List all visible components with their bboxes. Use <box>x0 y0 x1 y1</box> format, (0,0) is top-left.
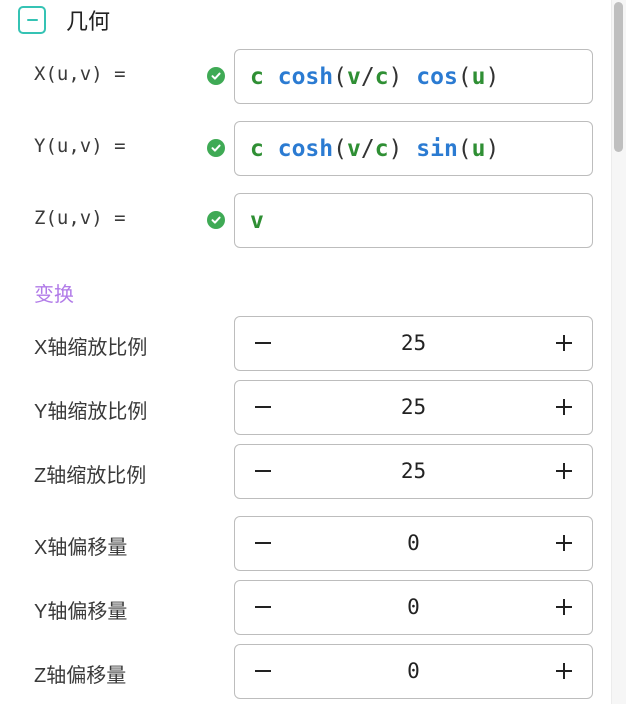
formula-token: ) <box>388 63 417 90</box>
plus-icon <box>556 663 572 679</box>
minus-icon <box>255 470 271 472</box>
plus-icon <box>556 535 572 551</box>
formula-token: ( <box>333 135 347 162</box>
formula-label-x: X(u,v) = <box>34 63 126 85</box>
y-scale-label: Y轴缩放比例 <box>34 401 148 423</box>
y-offset-stepper: 0 <box>234 580 593 635</box>
z-offset-increment-button[interactable] <box>536 645 592 697</box>
minus-icon <box>255 606 271 608</box>
formula-token: c <box>250 63 264 90</box>
minus-icon <box>255 670 271 672</box>
formula-token: ) <box>388 135 417 162</box>
x-scale-label: X轴缩放比例 <box>34 337 148 359</box>
scrollbar-thumb[interactable] <box>614 2 623 152</box>
minus-icon <box>255 542 271 544</box>
geometry-section-header: 几何 <box>18 4 110 36</box>
plus-icon <box>556 463 572 479</box>
stepper-row-y-scale: Y轴缩放比例 25 <box>0 380 600 436</box>
stepper-row-x-offset: X轴偏移量 0 <box>0 516 600 572</box>
formula-token: u <box>471 63 486 90</box>
z-offset-value[interactable]: 0 <box>291 645 536 697</box>
z-scale-stepper: 25 <box>234 444 593 499</box>
formula-token: sin <box>416 135 458 162</box>
formula-token: / <box>360 135 375 162</box>
y-offset-label: Y轴偏移量 <box>34 601 128 623</box>
z-offset-stepper: 0 <box>234 644 593 699</box>
plus-icon <box>556 399 572 415</box>
z-scale-decrement-button[interactable] <box>235 445 291 497</box>
formula-label-z: Z(u,v) = <box>34 207 126 229</box>
check-circle-icon <box>207 67 225 85</box>
check-circle-icon <box>207 139 225 157</box>
formula-label-y: Y(u,v) = <box>34 135 126 157</box>
x-scale-value[interactable]: 25 <box>291 317 536 369</box>
collapse-section-button[interactable] <box>18 6 46 34</box>
y-offset-decrement-button[interactable] <box>235 581 291 633</box>
z-offset-decrement-button[interactable] <box>235 645 291 697</box>
y-scale-value[interactable]: 25 <box>291 381 536 433</box>
formula-input-z[interactable]: v <box>234 193 593 248</box>
y-offset-value[interactable]: 0 <box>291 581 536 633</box>
formula-token: v <box>346 135 361 162</box>
formula-token <box>264 136 278 162</box>
formula-token: ( <box>457 63 472 90</box>
formula-token: v <box>250 207 264 234</box>
y-scale-decrement-button[interactable] <box>235 381 291 433</box>
section-title: 几何 <box>66 9 111 34</box>
formula-token: ( <box>457 135 472 162</box>
minus-icon <box>255 406 271 408</box>
formula-input-y[interactable]: c cosh(v / c) sin(u) <box>234 121 593 176</box>
formula-token: c <box>374 63 389 90</box>
z-scale-label: Z轴缩放比例 <box>34 465 147 487</box>
plus-icon <box>556 335 572 351</box>
x-offset-decrement-button[interactable] <box>235 517 291 569</box>
formula-token: ) <box>485 63 500 90</box>
z-scale-value[interactable]: 25 <box>291 445 536 497</box>
check-circle-icon <box>207 211 225 229</box>
formula-token <box>264 64 278 90</box>
formula-token: c <box>250 135 264 162</box>
formula-row-x: X(u,v) = c cosh(v / c) cos(u) <box>0 49 600 105</box>
stepper-row-z-scale: Z轴缩放比例 25 <box>0 444 600 500</box>
formula-input-x[interactable]: c cosh(v / c) cos(u) <box>234 49 593 104</box>
y-scale-stepper: 25 <box>234 380 593 435</box>
y-scale-increment-button[interactable] <box>536 381 592 433</box>
formula-token: u <box>471 135 486 162</box>
formula-token: cos <box>416 63 458 90</box>
x-offset-value[interactable]: 0 <box>291 517 536 569</box>
stepper-row-z-offset: Z轴偏移量 0 <box>0 644 600 700</box>
formula-token: v <box>346 63 361 90</box>
x-scale-decrement-button[interactable] <box>235 317 291 369</box>
x-offset-label: X轴偏移量 <box>34 537 128 559</box>
x-scale-stepper: 25 <box>234 316 593 371</box>
formula-token: ) <box>485 135 500 162</box>
formula-row-z: Z(u,v) = v <box>0 193 600 249</box>
formula-token: cosh <box>277 135 334 162</box>
formula-token: c <box>374 135 389 162</box>
x-scale-increment-button[interactable] <box>536 317 592 369</box>
formula-token: / <box>360 63 375 90</box>
formula-token: cosh <box>277 63 334 90</box>
y-offset-increment-button[interactable] <box>536 581 592 633</box>
formula-token: ( <box>333 63 347 90</box>
formula-row-y: Y(u,v) = c cosh(v / c) sin(u) <box>0 121 600 177</box>
x-offset-stepper: 0 <box>234 516 593 571</box>
z-scale-increment-button[interactable] <box>536 445 592 497</box>
x-offset-increment-button[interactable] <box>536 517 592 569</box>
plus-icon <box>556 599 572 615</box>
z-offset-label: Z轴偏移量 <box>34 665 127 687</box>
transform-section-title: 变换 <box>34 284 74 306</box>
minus-icon <box>255 342 271 344</box>
minus-icon <box>26 19 38 21</box>
stepper-row-y-offset: Y轴偏移量 0 <box>0 580 600 636</box>
stepper-row-x-scale: X轴缩放比例 25 <box>0 316 600 372</box>
